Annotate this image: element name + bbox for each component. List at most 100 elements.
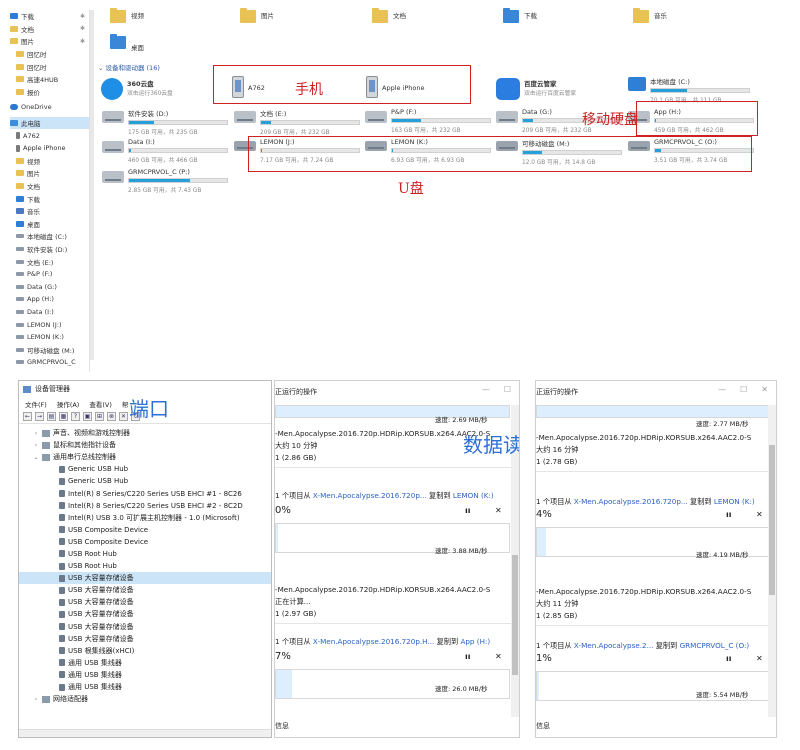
disable-icon[interactable]: ⊗ — [107, 412, 116, 421]
folder-downloads[interactable]: 下载 — [503, 8, 537, 23]
tree-item[interactable]: USB 根集线器(xHCI) — [19, 645, 271, 657]
tree-item[interactable]: USB 大容量存储设备 — [19, 608, 271, 620]
nav-item[interactable]: 报价 — [10, 86, 89, 99]
tree-item[interactable]: › 鼠标和其他指针设备 — [19, 439, 271, 451]
pause-button[interactable]: ıı — [726, 654, 731, 663]
tree-item[interactable]: USB Composite Device — [19, 536, 271, 548]
view-icon[interactable]: ▦ — [59, 412, 68, 421]
tree-item[interactable]: USB Composite Device — [19, 524, 271, 536]
more-info-link[interactable]: 信息 — [275, 721, 289, 731]
tree-item[interactable]: › 声音、视频和游戏控制器 — [19, 427, 271, 439]
nav-item[interactable]: 下载 ✱ — [10, 10, 89, 23]
nav-item[interactable]: Data (G:) — [10, 280, 89, 293]
nav-item[interactable]: 本地磁盘 (C:) — [10, 230, 89, 243]
forward-icon[interactable]: → — [35, 412, 44, 421]
app-360-cloud[interactable]: 360云盘 双击运行360云盘 — [101, 78, 227, 100]
tree-item[interactable]: › 网络适配器 — [19, 693, 271, 705]
folder-documents[interactable]: 文档 — [372, 8, 406, 23]
tree-item[interactable]: Intel(R) USB 3.0 可扩展主机控制器 - 1.0 (Microso… — [19, 512, 271, 524]
drive-e[interactable]: 文档 (E:) 209 GB 可用，共 232 GB — [234, 108, 360, 136]
minimize-icon[interactable]: — — [718, 385, 726, 394]
minimize-icon[interactable]: — — [482, 385, 490, 394]
chevron-down-icon[interactable]: ⌄ — [33, 454, 39, 461]
close-icon[interactable]: ✕ — [761, 385, 768, 394]
cancel-icon[interactable]: ✕ — [495, 506, 502, 515]
tree-item[interactable]: Generic USB Hub — [19, 475, 271, 487]
tree-item[interactable]: USB 大容量存储设备 — [19, 621, 271, 633]
nav-item[interactable]: 文档 — [10, 180, 89, 193]
folder-music[interactable]: 音乐 — [633, 8, 667, 23]
tree-item[interactable]: USB 大容量存储设备 — [19, 596, 271, 608]
folder-pictures[interactable]: 图片 — [240, 8, 274, 23]
source-link[interactable]: X-Men.Apocalypse.2016.720p.H... — [313, 637, 434, 646]
pause-button[interactable]: ıı — [465, 506, 470, 515]
nav-item[interactable]: LEMON (K:) — [10, 331, 89, 344]
nav-item[interactable]: Data (I:) — [10, 306, 89, 319]
destination-link[interactable]: LEMON (K:) — [714, 497, 755, 506]
nav-item[interactable]: 视频 — [10, 155, 89, 168]
nav-item[interactable]: GRMCPRVOL_C — [10, 356, 89, 369]
nav-item[interactable]: 音乐 — [10, 205, 89, 218]
nav-item[interactable]: 桌面 — [10, 218, 89, 231]
nav-item[interactable]: OneDrive — [10, 101, 89, 114]
more-info-link[interactable]: 信息 — [536, 721, 550, 731]
nav-item[interactable]: 图片 ✱ — [10, 35, 89, 48]
vertical-scrollbar[interactable] — [768, 405, 776, 717]
cancel-icon[interactable]: ✕ — [495, 652, 502, 661]
maximize-icon[interactable]: ☐ — [740, 385, 747, 394]
folder-videos[interactable]: 视频 — [110, 8, 144, 23]
nav-item[interactable]: LEMON (J:) — [10, 318, 89, 331]
menu-file[interactable]: 文件(F) — [25, 399, 47, 409]
monitor-icon[interactable]: ▣ — [83, 412, 92, 421]
drive-p[interactable]: GRMCPRVOL_C (P:) 2.85 GB 可用，共 7.43 GB — [102, 168, 228, 194]
folder-desktop[interactable]: 桌面 — [110, 34, 144, 52]
drive-d[interactable]: 软件安装 (D:) 175 GB 可用，共 235 GB — [102, 108, 228, 136]
help-icon[interactable]: ? — [71, 412, 80, 421]
uninstall-icon[interactable]: ✕ — [119, 412, 128, 421]
cancel-icon[interactable]: ✕ — [756, 654, 763, 663]
drive-f[interactable]: P&P (F:) 163 GB 可用，共 232 GB — [365, 108, 491, 134]
chevron-right-icon[interactable]: › — [33, 696, 39, 703]
app-baidu-cloud[interactable]: 百度云管家 双击运行百度云管家 — [496, 78, 624, 100]
chevron-right-icon[interactable]: › — [33, 430, 39, 437]
tree-item[interactable]: Intel(R) 8 Series/C220 Series USB EHCI #… — [19, 487, 271, 499]
destination-link[interactable]: LEMON (K:) — [453, 491, 494, 500]
nav-item[interactable]: 可移动磁盘 (M:) — [10, 343, 89, 356]
nav-item[interactable]: P&P (F:) — [10, 268, 89, 281]
pause-button[interactable]: ıı — [465, 652, 470, 661]
tree-item[interactable]: Intel(R) 8 Series/C220 Series USB EHCI #… — [19, 500, 271, 512]
devices-section-header[interactable]: ⌄ 设备和驱动器 (16) — [98, 62, 160, 72]
menu-help[interactable]: 帮 — [122, 399, 129, 409]
tree-item[interactable]: 通用 USB 集线器 — [19, 657, 271, 669]
menu-action[interactable]: 操作(A) — [57, 399, 80, 409]
horizontal-scrollbar[interactable] — [19, 729, 271, 737]
nav-item[interactable]: 回忆时 — [10, 60, 89, 73]
nav-item[interactable]: A762 — [10, 129, 89, 142]
nav-item[interactable]: App (H:) — [10, 293, 89, 306]
menu-view[interactable]: 查看(V) — [89, 399, 112, 409]
properties-icon[interactable]: ▤ — [47, 412, 56, 421]
scan-icon[interactable]: ⊞ — [95, 412, 104, 421]
tree-item[interactable]: Generic USB Hub — [19, 463, 271, 475]
nav-item[interactable]: 文档 ✱ — [10, 23, 89, 36]
tree-item[interactable]: USB Root Hub — [19, 560, 271, 572]
tree-item[interactable]: ⌄ 通用串行总线控制器 — [19, 451, 271, 463]
source-link[interactable]: X-Men.Apocalypse.2016.720p... — [313, 491, 427, 500]
cancel-icon[interactable]: ✕ — [756, 510, 763, 519]
tree-item[interactable]: 通用 USB 集线器 — [19, 669, 271, 681]
nav-item[interactable]: 回忆时 — [10, 48, 89, 61]
back-icon[interactable]: ← — [23, 412, 32, 421]
tree-item[interactable]: USB 大容量存储设备 — [19, 572, 271, 585]
source-link[interactable]: X-Men.Apocalypse.2... — [574, 641, 654, 650]
tree-item[interactable]: USB Root Hub — [19, 548, 271, 560]
pause-button[interactable]: ıı — [726, 510, 731, 519]
maximize-icon[interactable]: ☐ — [504, 385, 511, 394]
tree-item[interactable]: 通用 USB 集线器 — [19, 681, 271, 693]
nav-item[interactable]: 软件安装 (D:) — [10, 243, 89, 256]
chevron-right-icon[interactable]: › — [33, 442, 39, 449]
destination-link[interactable]: App (H:) — [460, 637, 490, 646]
nav-item[interactable]: 文档 (E:) — [10, 255, 89, 268]
source-link[interactable]: X-Men.Apocalypse.2016.720p... — [574, 497, 688, 506]
drive-c[interactable]: 本地磁盘 (C:) 70.1 GB 可用，共 111 GB — [628, 76, 750, 104]
nav-item[interactable]: 图片 — [10, 167, 89, 180]
